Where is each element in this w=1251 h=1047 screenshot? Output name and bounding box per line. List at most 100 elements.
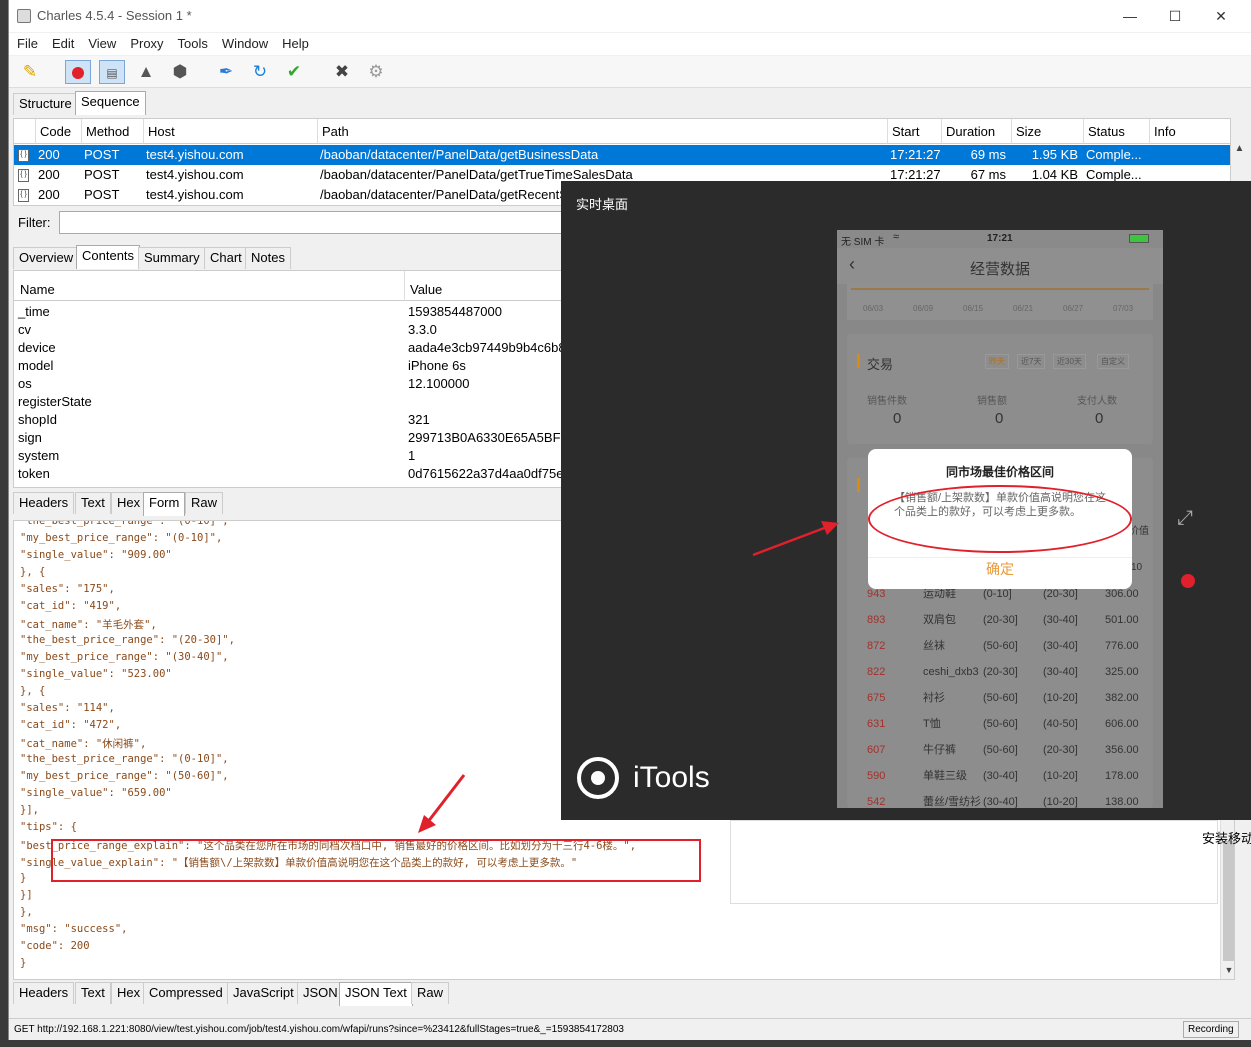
request-row[interactable]: { } 200 POST test4.yishou.com /baoban/da… [14, 145, 1230, 165]
minimize-button[interactable]: — [1107, 4, 1153, 28]
col-path[interactable]: Path [318, 119, 888, 144]
turtle-icon[interactable]: ▲ [133, 60, 159, 84]
category-cell-cat: 单鞋三级 [923, 770, 967, 782]
menu-view[interactable]: View [80, 33, 122, 51]
resp-tab-json-text[interactable]: JSON Text [339, 982, 413, 1006]
form-row[interactable]: _time 1593854487000 [14, 303, 568, 321]
form-row[interactable]: sign 299713B0A6330E65A5BF1D [14, 429, 568, 447]
category-row[interactable]: 631 T恤 (50-60] (40-50] 606.00 [837, 711, 1163, 737]
filter-input[interactable] [59, 211, 569, 234]
menu-window[interactable]: Window [214, 33, 274, 51]
dialog-confirm-button[interactable]: 确定 [868, 559, 1132, 579]
period-custom[interactable]: 自定义 [1097, 354, 1129, 369]
req-tab-headers[interactable]: Headers [13, 492, 75, 514]
req-tab-form[interactable]: Form [143, 492, 186, 516]
filter-bar: Filter: [13, 210, 573, 236]
form-row[interactable]: model iPhone 6s [14, 357, 568, 375]
col-code[interactable]: Code [36, 119, 82, 144]
period-7days[interactable]: 近7天 [1017, 354, 1046, 369]
tools-icon[interactable]: ✖ [329, 60, 355, 84]
req-tab-raw[interactable]: Raw [185, 492, 224, 514]
resp-tab-headers[interactable]: Headers [13, 982, 75, 1004]
period-yesterday[interactable]: 昨天 [985, 354, 1009, 369]
cell-size: 1.95 KB [1031, 147, 1078, 162]
category-row[interactable]: 675 衬衫 (50-60] (10-20] 382.00 [837, 685, 1163, 711]
settings-gear-icon[interactable]: ⚙ [363, 60, 389, 84]
menu-help[interactable]: Help [274, 33, 315, 51]
throttle-button[interactable]: ▤ [99, 60, 125, 84]
scrollbar-thumb[interactable] [1223, 841, 1234, 961]
maximize-button[interactable]: ☐ [1152, 4, 1198, 28]
col-duration[interactable]: Duration [942, 119, 1012, 144]
resp-tab-text[interactable]: Text [75, 982, 111, 1004]
category-row[interactable]: 872 丝袜 (50-60] (30-40] 776.00 [837, 633, 1163, 659]
check-icon[interactable]: ✔ [281, 60, 307, 84]
close-button[interactable]: ✕ [1198, 4, 1244, 28]
col-status[interactable]: Status [1084, 119, 1150, 144]
req-tab-hex[interactable]: Hex [111, 492, 147, 514]
tab-contents[interactable]: Contents [76, 245, 141, 269]
pen-icon[interactable]: ✒ [213, 60, 239, 84]
tab-summary[interactable]: Summary [138, 247, 206, 269]
form-row[interactable]: os 12.100000 [14, 375, 568, 393]
broom-icon[interactable]: ✎ [17, 60, 43, 84]
resp-tab-json[interactable]: JSON [297, 982, 344, 1004]
resp-tab-hex[interactable]: Hex [111, 982, 147, 1004]
menu-proxy[interactable]: Proxy [122, 33, 169, 51]
col-info[interactable]: Info [1150, 119, 1230, 144]
category-cell-value: 501.00 [1105, 614, 1139, 626]
scroll-down-arrow-icon[interactable]: ▼ [1221, 965, 1234, 975]
resp-tab-javascript[interactable]: JavaScript [227, 982, 300, 1004]
fullscreen-icon[interactable]: ⤢ [1177, 507, 1193, 530]
category-row[interactable]: 542 蕾丝/雪纺衫 (30-40] (10-20] 138.00 [837, 789, 1163, 808]
phone-screen[interactable]: 无 SIM 卡 ≈ 17:21 ‹ 经营数据 06/03 06/09 06/15… [837, 230, 1163, 808]
file-icon: { } [18, 169, 29, 182]
json-line: "my_best_price_range": "(0-10]", [20, 532, 223, 544]
menu-tools[interactable]: Tools [170, 33, 214, 51]
form-row[interactable]: device aada4e3cb97449b9b4c6b8 [14, 339, 568, 357]
category-row[interactable]: 893 双肩包 (20-30] (30-40] 501.00 [837, 607, 1163, 633]
category-row[interactable]: 590 单鞋三级 (30-40] (10-20] 178.00 [837, 763, 1163, 789]
resp-tab-compressed[interactable]: Compressed [143, 982, 229, 1004]
form-row[interactable]: token 0d7615622a37d4aa0df75e [14, 465, 568, 483]
period-30days[interactable]: 近30天 [1053, 354, 1086, 369]
col-size[interactable]: Size [1012, 119, 1084, 144]
category-row[interactable]: 607 牛仔裤 (50-60] (20-30] 356.00 [837, 737, 1163, 763]
cell-code: 200 [38, 187, 60, 202]
form-row[interactable]: registerState [14, 393, 568, 411]
record-button[interactable] [65, 60, 91, 84]
refresh-icon[interactable]: ↻ [247, 60, 273, 84]
red-ellipse-annotation [868, 485, 1132, 553]
tab-structure[interactable]: Structure [13, 93, 78, 115]
battery-icon [1129, 234, 1149, 243]
form-row[interactable]: system 1 [14, 447, 568, 465]
stop-hexagon-icon[interactable]: ⬢ [167, 60, 193, 84]
json-line: "my_best_price_range": "(50-60]", [20, 770, 229, 782]
category-cell-best: (50-60] [983, 640, 1018, 652]
record-dot-icon[interactable] [1181, 574, 1195, 588]
category-row[interactable]: 822 ceshi_dxb3 (20-30] (30-40] 325.00 [837, 659, 1163, 685]
form-row[interactable]: cv 3.3.0 [14, 321, 568, 339]
req-tab-text[interactable]: Text [75, 492, 111, 514]
tab-chart[interactable]: Chart [204, 247, 248, 269]
col-method[interactable]: Method [82, 119, 144, 144]
menu-file[interactable]: File [9, 33, 44, 51]
resp-tab-raw[interactable]: Raw [411, 982, 450, 1004]
scroll-up-arrow-icon[interactable]: ▲ [1231, 143, 1248, 161]
col-host[interactable]: Host [144, 119, 318, 144]
recording-badge[interactable]: Recording [1183, 1021, 1239, 1038]
back-chevron-icon[interactable]: ‹ [849, 254, 855, 275]
cell-host: test4.yishou.com [146, 167, 244, 182]
cell-code: 200 [38, 147, 60, 162]
arrow-head [418, 815, 436, 833]
menu-edit[interactable]: Edit [44, 33, 80, 51]
category-cell-best: (30-40] [983, 796, 1018, 808]
tab-notes[interactable]: Notes [245, 247, 291, 269]
form-row[interactable]: shopId 321 [14, 411, 568, 429]
category-cell-sales: 822 [867, 666, 886, 678]
category-cell-sales: 893 [867, 614, 886, 626]
tab-sequence[interactable]: Sequence [75, 91, 146, 115]
tab-overview[interactable]: Overview [13, 247, 80, 269]
date-tick: 06/21 [1013, 304, 1034, 313]
col-start[interactable]: Start [888, 119, 942, 144]
